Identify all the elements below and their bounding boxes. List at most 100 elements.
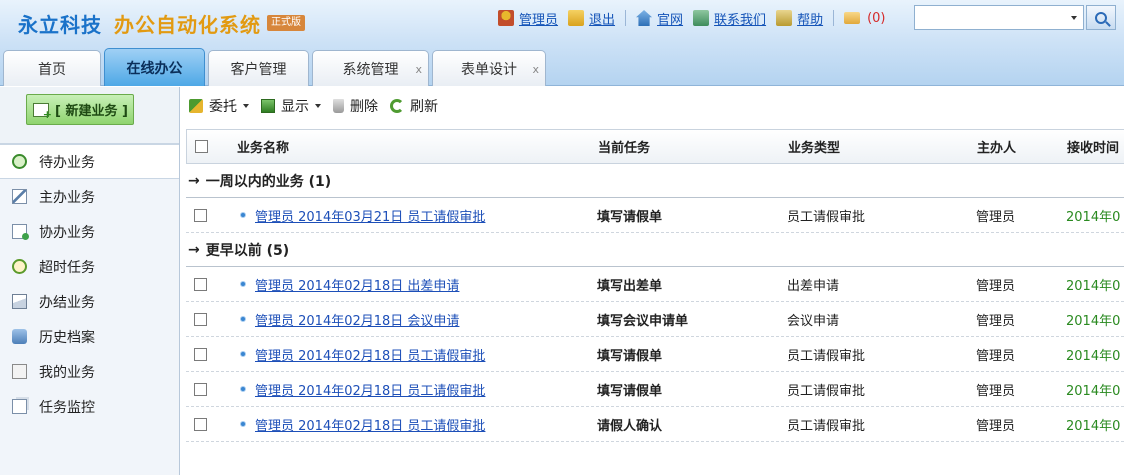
business-link[interactable]: 管理员 2014年03月21日 员工请假审批 [255, 206, 485, 225]
help-link-label: 帮助 [797, 12, 824, 28]
business-link[interactable]: 管理员 2014年02月18日 员工请假审批 [255, 415, 485, 434]
row-name-cell: 管理员 2014年02月18日 员工请假审批 [240, 372, 485, 406]
row-name-cell: 管理员 2014年02月18日 员工请假审批 [240, 337, 485, 371]
logout-link[interactable]: 退出 [568, 9, 615, 28]
row-time: 2014年0 [1066, 348, 1121, 364]
contact-link[interactable]: 联系我们 [693, 9, 766, 28]
column-name[interactable]: 业务名称 [237, 130, 289, 163]
business-link[interactable]: 管理员 2014年02月18日 员工请假审批 [255, 345, 485, 364]
sidebar-item-assisted[interactable]: 协办业务 [0, 214, 179, 249]
search-icon [1095, 11, 1107, 24]
tab-customer-management[interactable]: 客户管理 [208, 50, 309, 86]
business-link[interactable]: 管理员 2014年02月18日 员工请假审批 [255, 380, 485, 399]
row-type: 员工请假审批 [787, 418, 866, 434]
tab-label: 表单设计 [461, 61, 517, 78]
close-icon[interactable]: x [532, 63, 539, 76]
website-link[interactable]: 官网 [636, 9, 683, 28]
sidebar-item-label: 主办业务 [39, 189, 95, 206]
chevron-down-icon [1071, 16, 1077, 20]
row-checkbox[interactable] [194, 417, 207, 431]
website-link-label: 官网 [657, 12, 684, 28]
sidebar-item-archive[interactable]: 历史档案 [0, 319, 179, 354]
logout-link-label: 退出 [589, 12, 616, 28]
sidebar-item-monitor[interactable]: 任务监控 [0, 389, 179, 424]
lock-icon [568, 10, 585, 26]
mail-count: (0) [867, 10, 886, 26]
sidebar-item-pending[interactable]: 待办业务 [0, 144, 179, 179]
my-file-icon [12, 364, 27, 379]
refresh-icon [390, 99, 404, 113]
admin-link[interactable]: 管理员 [498, 9, 558, 28]
alarm-icon [12, 259, 27, 274]
group-title: 更早以前 (5) [205, 242, 290, 259]
row-checkbox[interactable] [194, 208, 207, 222]
select-all-cell [195, 130, 208, 163]
row-checkbox-cell [194, 302, 207, 336]
user-icon [498, 10, 514, 26]
mail-link[interactable]: (0) [844, 10, 886, 26]
sidebar-item-mine[interactable]: 我的业务 [0, 354, 179, 389]
delete-button[interactable]: 删除 [333, 96, 378, 116]
row-checkbox-cell [194, 407, 207, 441]
row-checkbox[interactable] [194, 347, 207, 361]
group-header[interactable]: → 更早以前 (5) [186, 233, 1124, 267]
search-select[interactable] [914, 5, 1084, 30]
row-time: 2014年0 [1066, 383, 1121, 399]
new-business-button[interactable]: [ 新建业务 ] [26, 94, 134, 125]
search-button[interactable] [1086, 5, 1116, 30]
row-owner: 管理员 [976, 383, 1016, 399]
row-time: 2014年0 [1066, 313, 1121, 329]
row-checkbox[interactable] [194, 277, 207, 291]
row-task: 请假人确认 [597, 418, 663, 434]
app-header: 永立科技 办公自动化系统 正式版 管理员 退出 官网 联系我们 帮助 (0) 首… [0, 0, 1124, 86]
contact-link-label: 联系我们 [714, 12, 767, 28]
column-type[interactable]: 业务类型 [788, 130, 840, 163]
table-row: 管理员 2014年02月18日 员工请假审批 请假人确认 员工请假审批 管理员 … [186, 407, 1124, 442]
tab-form-design[interactable]: 表单设计 x [432, 50, 546, 86]
display-label: 显示 [281, 99, 309, 115]
row-owner: 管理员 [976, 209, 1016, 225]
sidebar-item-overdue[interactable]: 超时任务 [0, 249, 179, 284]
group-header[interactable]: → 一周以内的业务 (1) [186, 164, 1124, 198]
business-link[interactable]: 管理员 2014年02月18日 会议申请 [255, 310, 459, 329]
sidebar-menu: 待办业务 主办业务 协办业务 超时任务 办结业务 历史档案 我的业务 任务监控 [0, 144, 179, 424]
tab-label: 系统管理 [342, 61, 399, 78]
sidebar-item-completed[interactable]: 办结业务 [0, 284, 179, 319]
tab-online-office[interactable]: 在线办公 [104, 48, 205, 86]
tab-label: 首页 [38, 61, 66, 78]
close-icon[interactable]: x [415, 63, 422, 76]
main-tabs: 首页 在线办公 客户管理 系统管理 x 表单设计 x [0, 48, 546, 86]
tab-system-management[interactable]: 系统管理 x [312, 50, 429, 86]
column-task[interactable]: 当前任务 [598, 130, 650, 163]
chevron-down-icon [315, 104, 321, 108]
display-button[interactable]: 显示 [261, 96, 321, 116]
contact-icon [693, 10, 710, 26]
divider [625, 10, 627, 26]
business-link[interactable]: 管理员 2014年02月18日 出差申请 [255, 275, 459, 294]
tab-label: 在线办公 [126, 60, 183, 77]
group-title-cell: → 一周以内的业务 (1) [188, 164, 331, 197]
envelope-icon [844, 12, 861, 24]
book-icon [776, 10, 793, 26]
sidebar-item-label: 协办业务 [39, 224, 95, 241]
row-type: 员工请假审批 [787, 348, 866, 364]
refresh-button[interactable]: 刷新 [390, 96, 438, 116]
bullet-icon [240, 212, 246, 218]
sidebar-item-hosted[interactable]: 主办业务 [0, 179, 179, 214]
tab-home[interactable]: 首页 [3, 50, 101, 86]
business-table: 业务名称 当前任务 业务类型 主办人 接收时间 → 一周以内的业务 (1) 管理… [186, 129, 1124, 442]
column-time[interactable]: 接收时间 [1067, 130, 1119, 163]
row-name-cell: 管理员 2014年02月18日 会议申请 [240, 302, 459, 336]
row-type: 员工请假审批 [787, 209, 866, 225]
table-row: 管理员 2014年02月18日 出差申请 填写出差单 出差申请 管理员 2014… [186, 267, 1124, 302]
row-checkbox[interactable] [194, 382, 207, 396]
select-all-checkbox[interactable] [195, 140, 208, 153]
home-icon [636, 10, 653, 26]
row-checkbox[interactable] [194, 312, 207, 326]
column-owner[interactable]: 主办人 [977, 130, 1016, 163]
system-name: 办公自动化系统 [114, 12, 261, 37]
help-link[interactable]: 帮助 [776, 9, 823, 28]
row-checkbox-cell [194, 337, 207, 371]
delegate-button[interactable]: 委托 [189, 96, 249, 116]
main-content: 委托 显示 删除 刷新 业务名称 当前任务 业务类型 主办人 接收时间 → 一周… [181, 87, 1124, 475]
